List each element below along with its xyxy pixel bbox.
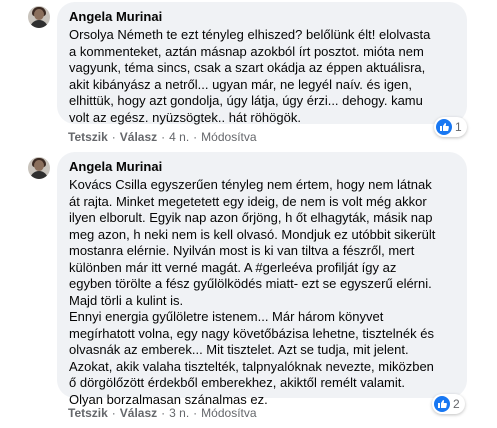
comment-bubble: Angela Murinai Kovács Csilla egyszerűen …	[57, 152, 467, 407]
comment-line: elhittük, hogy azt gondolja, úgy látja, …	[69, 93, 423, 108]
comment-line: meg azon, h neki nem is kell olvasó. Mon…	[69, 226, 436, 242]
separator-dot: ·	[161, 130, 166, 144]
reply-button[interactable]: Válasz	[120, 406, 157, 420]
like-button[interactable]: Tetszik	[68, 406, 108, 420]
comment-line: vagyunk, téma sincs, csak a szart okádja…	[69, 60, 426, 75]
comment-line: ő dörgölőzött érdekből emberekhez, akikt…	[69, 375, 405, 390]
comment-line: Ennyi energia gyűlöletre istenem... Már …	[69, 309, 384, 324]
comment-line: ilyen elborult. Egyik nap azon őrjöng, h…	[69, 210, 433, 225]
like-thumbs-up-icon	[436, 119, 452, 135]
comment-line: olvasnák az emberek... Mit tisztelet. Az…	[69, 342, 409, 357]
comment-text: Kovács Csilla egyszerűen tényleg nem ért…	[69, 177, 455, 408]
comment-line: megírhatott volna, egy nagy követőbázisa…	[69, 325, 434, 341]
avatar[interactable]	[28, 157, 50, 179]
comment-actions: Tetszik · Válasz · 3 n. · Módosítva	[68, 405, 257, 421]
comment-timestamp[interactable]: 3 n.	[169, 406, 189, 420]
separator-dot: ·	[161, 406, 166, 420]
edited-label[interactable]: Módosítva	[201, 406, 256, 420]
comment-line: volt az egész. nyüzsögtek.. hát röhögök.	[69, 109, 301, 125]
comment-timestamp[interactable]: 4 n.	[169, 130, 189, 144]
like-thumbs-up-icon	[434, 396, 450, 412]
separator-dot: ·	[193, 130, 198, 144]
comment-text: Orsolya Németh te ezt tényleg elhiszed? …	[69, 27, 455, 126]
separator-dot: ·	[111, 130, 116, 144]
comment-line: akit kibányász a netről... ugyan már, ne…	[69, 76, 413, 92]
comment-line: a kommenteket, aztán másnap azokból írt …	[69, 43, 424, 59]
comment-line: Kovács Csilla egyszerűen tényleg nem ért…	[69, 177, 432, 192]
separator-dot: ·	[193, 406, 198, 420]
comment-line: különben már itt verné magát. A #gerleév…	[69, 259, 397, 275]
comment-line: át rajta. Minket megetetett egy ideig, d…	[69, 193, 427, 209]
comment-author[interactable]: Angela Murinai	[69, 9, 455, 25]
avatar[interactable]	[28, 6, 50, 28]
comment-line: mostanra elérnie. Nyilván most is ki van…	[69, 243, 415, 258]
reply-button[interactable]: Válasz	[120, 130, 157, 144]
comment-line: egyben törölte a fész gyűlölködés miatt-…	[69, 276, 432, 291]
like-button[interactable]: Tetszik	[68, 130, 108, 144]
reaction-count: 2	[453, 397, 460, 411]
comment-line: Majd törli a kulint is.	[69, 292, 184, 308]
comment-line: Orsolya Németh te ezt tényleg elhiszed? …	[69, 27, 431, 42]
edited-label[interactable]: Módosítva	[201, 130, 256, 144]
comment-actions: Tetszik · Válasz · 4 n. · Módosítva	[68, 129, 257, 145]
reaction-summary[interactable]: 1	[434, 117, 467, 137]
reaction-count: 1	[455, 120, 462, 134]
comment-author[interactable]: Angela Murinai	[69, 159, 455, 175]
separator-dot: ·	[111, 406, 116, 420]
reaction-summary[interactable]: 2	[432, 394, 465, 414]
comment-bubble: Angela Murinai Orsolya Németh te ezt tén…	[57, 2, 467, 126]
comment-line: Azokat, akik valaha tisztelték, talpnyal…	[69, 358, 434, 374]
